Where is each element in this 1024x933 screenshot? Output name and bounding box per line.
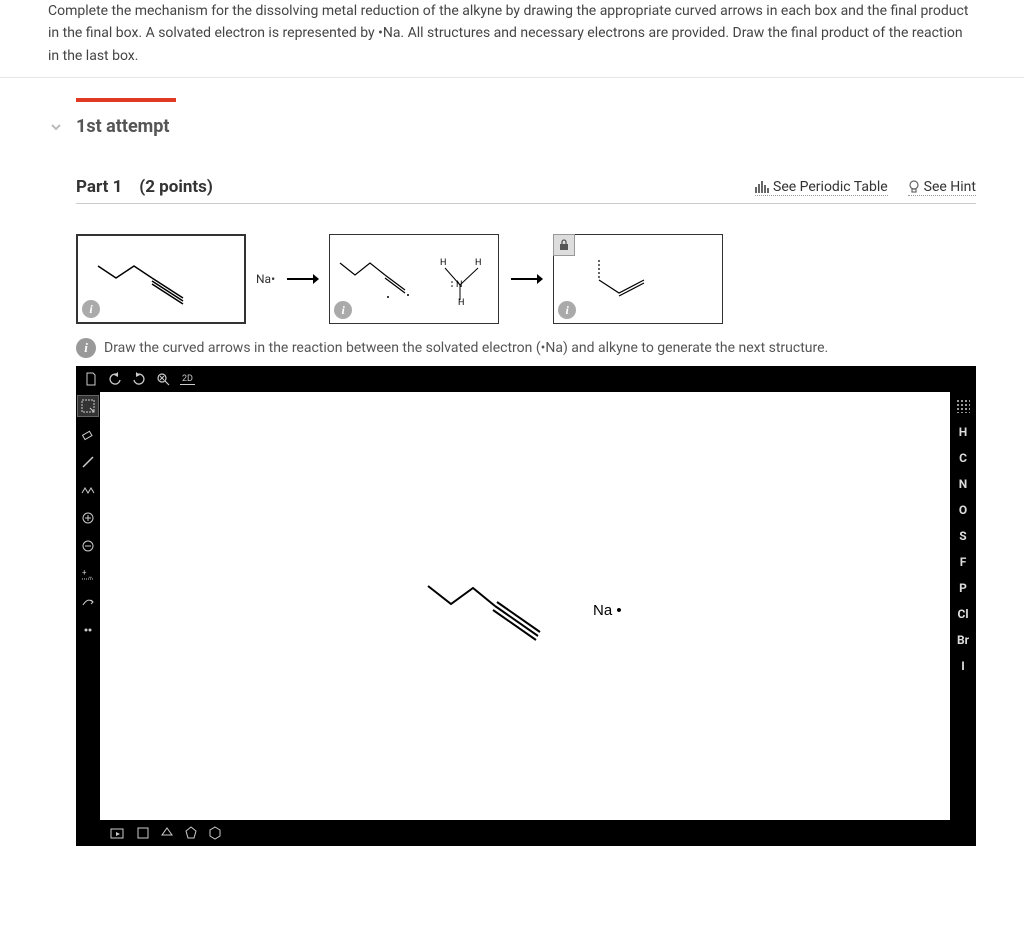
undo-icon[interactable] [108, 372, 122, 386]
chevron-down-icon[interactable] [48, 119, 64, 135]
editor-element-palette: H C N O S F P Cl Br I [950, 392, 976, 820]
alkyne-structure-icon [78, 236, 248, 322]
curved-arrow-tool[interactable] [78, 592, 98, 612]
svg-text:N: N [456, 280, 462, 290]
element-br[interactable]: Br [950, 630, 976, 650]
shape-tool-2[interactable] [136, 826, 150, 840]
editor-bottom-toolbar [100, 820, 222, 846]
info-icon[interactable]: i [76, 338, 96, 358]
lock-icon [553, 234, 575, 256]
periodic-table-link[interactable]: See Periodic Table [755, 179, 888, 196]
redo-icon[interactable] [132, 372, 146, 386]
mechanism-step-1[interactable]: i [76, 234, 246, 324]
shape-tool-4[interactable] [184, 826, 198, 840]
svg-text:H: H [440, 258, 446, 268]
vinyl-structure-icon [554, 235, 724, 321]
element-c[interactable]: C [950, 448, 976, 468]
element-s[interactable]: S [950, 526, 976, 546]
part-points: (2 points) [139, 177, 213, 197]
svg-text:H: H [475, 258, 481, 268]
editor-left-toolbar: +− [76, 392, 100, 820]
charge-tool[interactable]: +− [78, 564, 98, 584]
part-block: Part 1 (2 points) See Periodic Table See… [76, 177, 976, 846]
shape-tool-5[interactable] [208, 826, 222, 840]
element-cl[interactable]: Cl [950, 604, 976, 624]
lone-pair-tool[interactable] [78, 620, 98, 640]
hint-link[interactable]: See Hint [908, 179, 976, 196]
periodic-table-label: See Periodic Table [773, 179, 888, 195]
alkyne-molecule-icon[interactable] [423, 576, 553, 666]
mechanism-step-3[interactable]: i [553, 234, 723, 324]
instruction-row: i Draw the curved arrows in the reaction… [76, 338, 976, 358]
element-p[interactable]: P [950, 578, 976, 598]
chain-tool[interactable] [78, 480, 98, 500]
new-file-icon[interactable] [84, 372, 98, 386]
element-n[interactable]: N [950, 474, 976, 494]
radical-amine-structure-icon: H H H N [330, 235, 500, 321]
structure-editor: 2D +− Na • [76, 366, 976, 846]
shape-tool-1[interactable] [110, 826, 126, 840]
view-2d-button[interactable]: 2D [180, 374, 195, 385]
svg-text:+: + [82, 568, 87, 577]
periodic-table-icon [755, 181, 769, 193]
mechanism-step-2[interactable]: H H H N i [329, 234, 499, 324]
solvated-electron-label[interactable]: Na • [593, 602, 622, 619]
hint-label: See Hint [924, 179, 976, 195]
erase-tool[interactable] [78, 424, 98, 444]
zoom-icon[interactable] [156, 372, 170, 386]
element-i[interactable]: I [950, 656, 976, 676]
part-title: Part 1 (2 points) [76, 177, 213, 197]
part-number: Part 1 [76, 177, 122, 197]
question-text: Complete the mechanism for the dissolvin… [0, 0, 1024, 78]
svg-text:−: − [88, 573, 93, 581]
plus-charge-tool[interactable] [78, 508, 98, 528]
attempt-tab-indicator [76, 98, 176, 102]
instruction-text: Draw the curved arrows in the reaction b… [104, 340, 828, 356]
palette-grid-icon[interactable] [950, 396, 976, 416]
minus-charge-tool[interactable] [78, 536, 98, 556]
element-o[interactable]: O [950, 500, 976, 520]
element-h[interactable]: H [950, 422, 976, 442]
na-reagent-label: Na• [256, 272, 275, 286]
svg-text:H: H [458, 298, 464, 308]
attempt-title: 1st attempt [76, 116, 169, 137]
element-f[interactable]: F [950, 552, 976, 572]
mechanism-row: i Na• H H H N i [76, 234, 976, 324]
shape-tool-3[interactable] [160, 826, 174, 840]
editor-topbar: 2D [76, 366, 976, 392]
attempt-header: 1st attempt [0, 78, 1024, 137]
bond-tool[interactable] [78, 452, 98, 472]
reaction-arrow-icon [285, 271, 319, 287]
editor-canvas[interactable]: Na • [100, 392, 950, 820]
bulb-icon [908, 180, 920, 194]
reaction-arrow-icon [509, 271, 543, 287]
part-header: Part 1 (2 points) See Periodic Table See… [76, 177, 976, 204]
select-tool[interactable] [78, 396, 98, 416]
